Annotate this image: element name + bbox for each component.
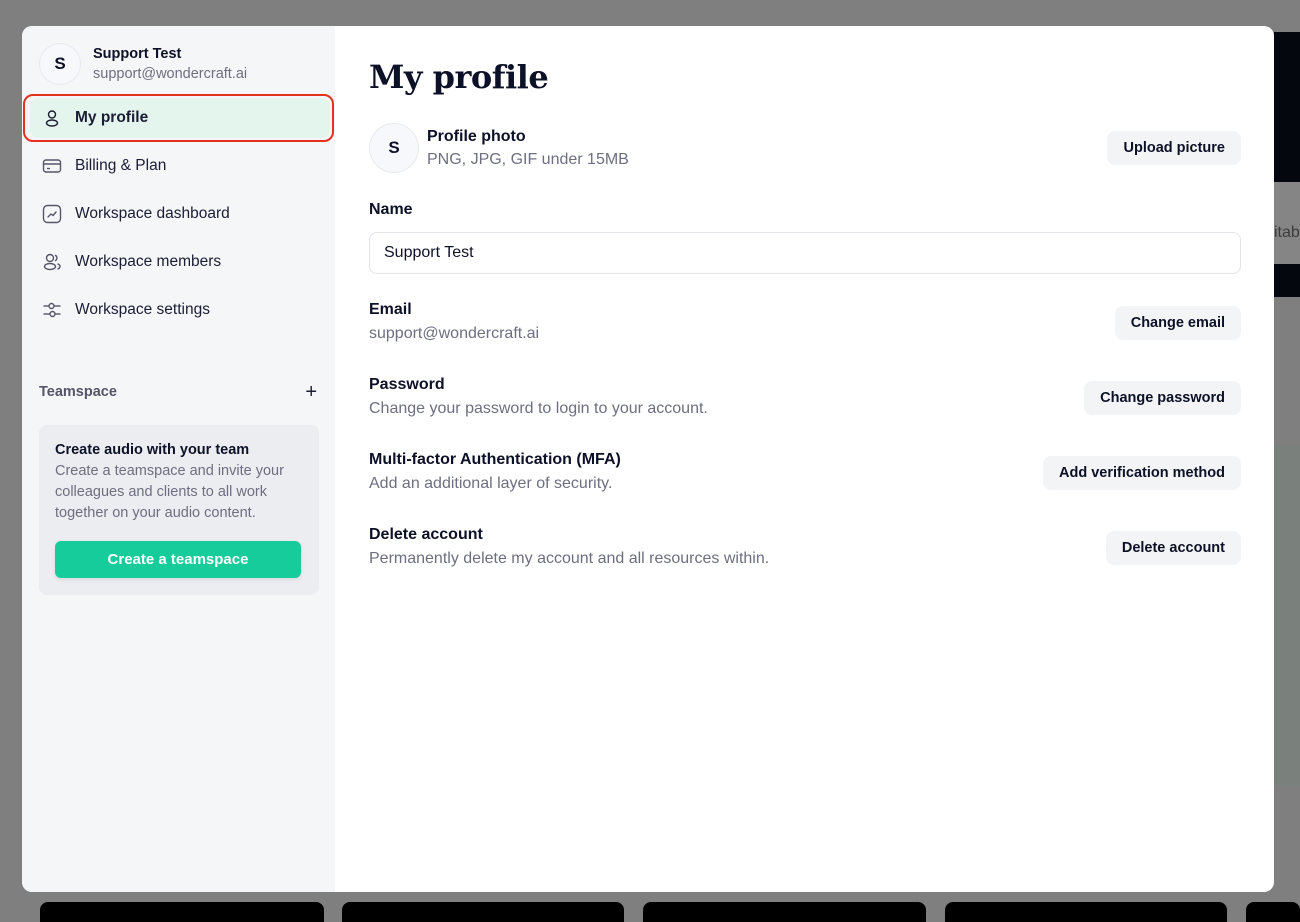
- teamspace-header: Teamspace +: [39, 382, 317, 402]
- teamspace-card-description: Create a teamspace and invite your colle…: [55, 463, 284, 521]
- user-name: Support Test: [93, 46, 182, 62]
- delete-account-button[interactable]: Delete account: [1105, 531, 1241, 565]
- sidebar-item-label: My profile: [75, 109, 149, 126]
- sidebar-nav: My profile Billing & Plan Workspace dash…: [22, 94, 335, 338]
- background-content-area: [1274, 445, 1300, 785]
- sidebar-item-label: Billing & Plan: [75, 157, 167, 174]
- sidebar-item-label: Workspace dashboard: [75, 205, 230, 222]
- name-label: Name: [369, 201, 413, 218]
- chart-icon: [42, 204, 62, 224]
- profile-photo-hint: PNG, JPG, GIF under 15MB: [427, 150, 629, 168]
- upload-picture-button[interactable]: Upload picture: [1107, 131, 1241, 165]
- user-icon: [42, 108, 62, 128]
- user-block: S Support Test support@wondercraft.ai: [39, 43, 247, 85]
- mfa-description: Add an additional layer of security.: [369, 475, 613, 492]
- background-card: [342, 902, 624, 922]
- delete-account-section: Delete account Permanently delete my acc…: [369, 526, 769, 568]
- password-description: Change your password to login to your ac…: [369, 400, 708, 417]
- background-card: [643, 902, 926, 922]
- background-card: [40, 902, 324, 922]
- change-password-button[interactable]: Change password: [1084, 381, 1241, 415]
- sidebar-item-my-profile[interactable]: My profile: [23, 94, 334, 142]
- change-email-button[interactable]: Change email: [1114, 306, 1241, 340]
- password-section: Password Change your password to login t…: [369, 376, 708, 418]
- profile-main: My profile S Profile photo PNG, JPG, GIF…: [335, 26, 1274, 892]
- settings-sidebar: S Support Test support@wondercraft.ai My…: [22, 26, 335, 892]
- background-card: [945, 902, 1227, 922]
- avatar: S: [39, 43, 81, 85]
- page-title: My profile: [369, 58, 549, 96]
- plus-icon[interactable]: +: [305, 382, 317, 402]
- teamspace-label: Teamspace: [39, 384, 117, 400]
- background-card: [1246, 902, 1300, 922]
- password-label: Password: [369, 376, 445, 393]
- settings-modal: S Support Test support@wondercraft.ai My…: [22, 26, 1274, 892]
- name-input[interactable]: [369, 232, 1241, 274]
- sidebar-item-billing[interactable]: Billing & Plan: [30, 146, 330, 186]
- users-icon: [42, 252, 62, 272]
- credit-card-icon: [42, 156, 62, 176]
- profile-photo-label: Profile photo: [427, 127, 526, 145]
- email-section: Email support@wondercraft.ai: [369, 301, 539, 343]
- sliders-icon: [42, 300, 62, 320]
- profile-avatar: S: [369, 123, 419, 173]
- sidebar-item-workspace-settings[interactable]: Workspace settings: [30, 290, 330, 330]
- mfa-section: Multi-factor Authentication (MFA) Add an…: [369, 451, 621, 493]
- sidebar-item-label: Workspace members: [75, 253, 222, 270]
- background-band: [1274, 182, 1300, 264]
- email-value: support@wondercraft.ai: [369, 325, 540, 342]
- mfa-label: Multi-factor Authentication (MFA): [369, 451, 621, 468]
- background-partial-text: itab: [1274, 224, 1300, 241]
- delete-account-description: Permanently delete my account and all re…: [369, 550, 770, 567]
- sidebar-item-label: Workspace settings: [75, 301, 210, 318]
- background-dark-bar: [1274, 264, 1300, 297]
- profile-photo-row: S Profile photo PNG, JPG, GIF under 15MB: [369, 123, 629, 173]
- teamspace-card-title: Create audio with your team: [55, 442, 250, 458]
- name-section: Name: [369, 201, 413, 219]
- email-label: Email: [369, 301, 412, 318]
- add-verification-method-button[interactable]: Add verification method: [1043, 456, 1241, 490]
- background-header-block: [1274, 32, 1300, 182]
- sidebar-item-workspace-dashboard[interactable]: Workspace dashboard: [30, 194, 330, 234]
- user-email: support@wondercraft.ai: [93, 66, 248, 82]
- delete-account-label: Delete account: [369, 526, 483, 543]
- sidebar-item-workspace-members[interactable]: Workspace members: [30, 242, 330, 282]
- create-teamspace-button[interactable]: Create a teamspace: [55, 541, 301, 578]
- teamspace-promo-card: Create audio with your team Create a tea…: [39, 425, 319, 595]
